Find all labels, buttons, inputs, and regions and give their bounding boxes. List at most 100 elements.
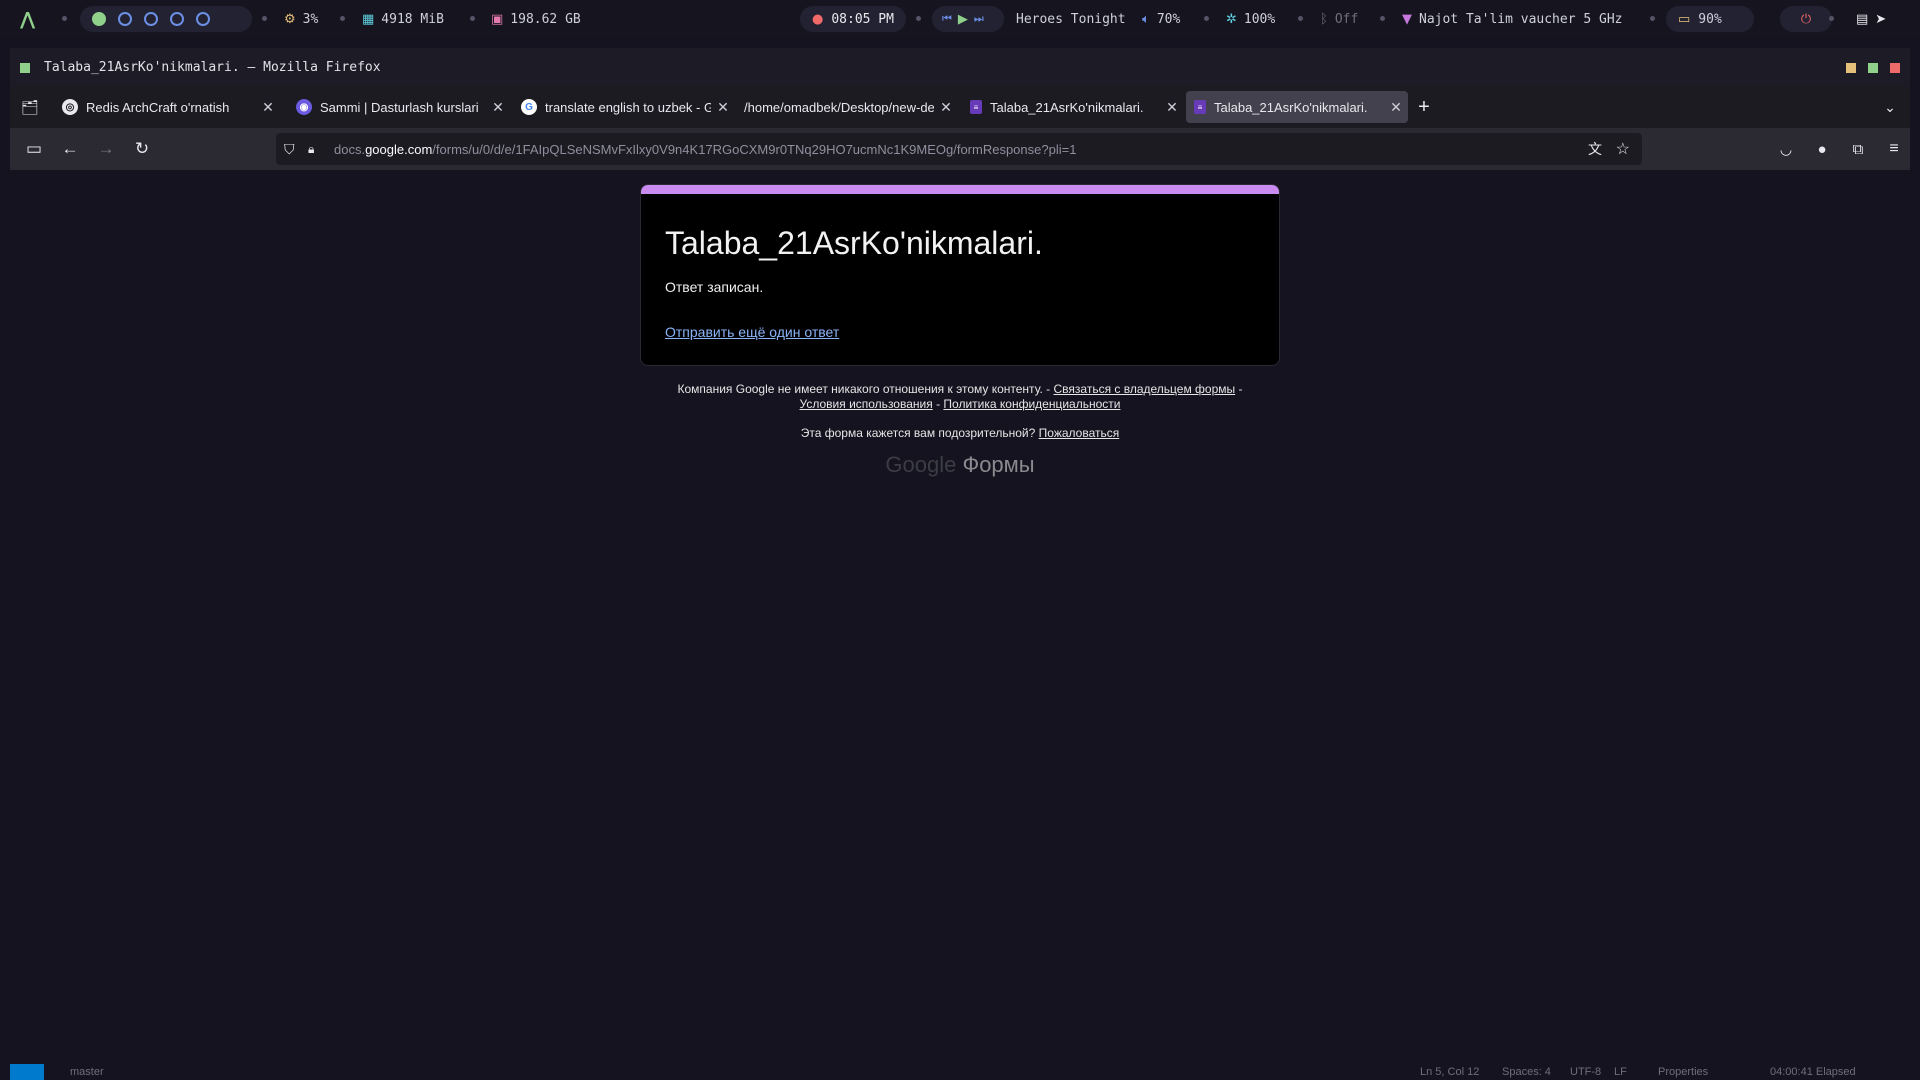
close-window-button[interactable]: [1890, 63, 1900, 73]
previous-track-icon[interactable]: ⏮: [942, 12, 952, 26]
clipboard-icon[interactable]: ▤: [1856, 12, 1868, 27]
launcher-button[interactable]: ⋀: [20, 0, 35, 38]
translate-icon[interactable]: 文: [1588, 139, 1602, 159]
cursor-position[interactable]: Ln 5, Col 12: [1420, 1066, 1479, 1078]
separator-dot: [340, 16, 345, 21]
new-tab-plus-icon[interactable]: +: [1412, 95, 1436, 119]
url-prefix: docs.: [334, 141, 366, 157]
bookmark-star-icon[interactable]: ☆: [1616, 139, 1630, 159]
tracking-shield-icon[interactable]: ⛉: [284, 141, 302, 158]
brightness-value: 100%: [1243, 11, 1276, 27]
reload-icon[interactable]: ↻: [130, 137, 154, 161]
list-all-tabs-chevron-icon[interactable]: ⌄: [1878, 95, 1902, 119]
workspace-1[interactable]: [92, 12, 106, 26]
maximize-button[interactable]: [1868, 63, 1878, 73]
archcraft-logo-icon: ⋀: [20, 8, 36, 30]
tab-close-icon[interactable]: ✕: [934, 99, 958, 116]
window-title: Talaba_21AsrKo'nikmalari. — Mozilla Fire…: [44, 59, 381, 75]
tab-translate[interactable]: G translate english to uzbek - Go ✕: [513, 91, 735, 123]
tab-forms-2-active[interactable]: ≡ Talaba_21AsrKo'nikmalari. ✕: [1186, 91, 1408, 123]
system-top-bar: ⋀ ⚙ 3% ▦ 4918 MiB ▣ 198.62 GB ● 08:05 PM…: [0, 0, 1920, 38]
tab-label: translate english to uzbek - Go: [545, 99, 711, 115]
end-of-line[interactable]: LF: [1614, 1066, 1627, 1078]
indentation[interactable]: Spaces: 4: [1502, 1066, 1551, 1078]
page-content: Talaba_21AsrKo'nikmalari. Ответ записан.…: [10, 170, 1910, 1080]
media-controls: ⏮ ▶ ⏭: [932, 6, 1004, 32]
separator-dot: [916, 16, 921, 21]
wifi-module[interactable]: ▼ Najot Ta'lim vaucher 5 GHz: [1402, 0, 1623, 38]
redis-icon: ◎: [62, 99, 78, 115]
footer-dash: -: [936, 397, 941, 411]
encoding[interactable]: UTF-8: [1570, 1066, 1601, 1078]
volume-module[interactable]: 🔈︎ 70%: [1142, 0, 1180, 38]
tab-close-icon[interactable]: ✕: [711, 99, 735, 116]
tab-sammi[interactable]: ◉ Sammi | Dasturlash kurslari ✕: [288, 91, 510, 123]
editor-status-bar: master Ln 5, Col 12 Spaces: 4 UTF-8 LF P…: [10, 1064, 1910, 1080]
window-indicator-icon: [20, 63, 30, 73]
tab-close-icon[interactable]: ✕: [1384, 99, 1408, 116]
logo-google-text: Google: [885, 452, 957, 477]
separator-dot: [1298, 16, 1303, 21]
git-branch[interactable]: master: [70, 1066, 104, 1078]
sammi-icon: ◉: [296, 99, 312, 115]
tab-label: Talaba_21AsrKo'nikmalari.: [1214, 99, 1368, 115]
tab-close-icon[interactable]: ✕: [256, 99, 280, 116]
tab-redis[interactable]: ◎ Redis ArchCraft o'rnatish ✕: [54, 91, 280, 123]
form-title: Talaba_21AsrKo'nikmalari.: [665, 225, 1043, 261]
bluetooth-icon: ᛒ: [1320, 11, 1328, 27]
wifi-value: Najot Ta'lim vaucher 5 GHz: [1419, 11, 1623, 27]
music-title-text: Heroes Tonight: [1016, 11, 1126, 27]
sidebar-toggle-icon[interactable]: ▭: [22, 137, 46, 161]
battery-icon: ▭: [1678, 11, 1691, 27]
privacy-link[interactable]: Политика конфиденциальности: [943, 397, 1120, 411]
firefox-window: Talaba_21AsrKo'nikmalari. — Mozilla Fire…: [10, 48, 1910, 1080]
telegram-icon[interactable]: ➤: [1875, 12, 1886, 27]
wifi-icon: ▼: [1402, 11, 1412, 27]
cpu-icon: ⚙: [284, 11, 296, 27]
tab-close-icon[interactable]: ✕: [1160, 99, 1184, 116]
forward-arrow-icon[interactable]: →: [94, 137, 118, 161]
clock-icon: ●: [812, 11, 824, 27]
tab-close-icon[interactable]: ✕: [486, 99, 510, 116]
memory-icon: ▦: [362, 11, 375, 27]
next-track-icon[interactable]: ⏭: [974, 12, 984, 26]
account-icon[interactable]: ●: [1810, 137, 1834, 161]
separator-dot: [262, 16, 267, 21]
volume-value: 70%: [1156, 11, 1181, 27]
properties-button[interactable]: Properties: [1658, 1066, 1708, 1078]
battery-value: 90%: [1698, 11, 1722, 27]
brightness-module[interactable]: ✲ 100%: [1226, 0, 1275, 38]
workspace-2[interactable]: [118, 12, 132, 26]
cpu-module: ⚙ 3%: [284, 0, 318, 38]
tab-forms-1[interactable]: ≡ Talaba_21AsrKo'nikmalari. ✕: [962, 91, 1184, 123]
bluetooth-module[interactable]: ᛒ Off: [1320, 0, 1358, 38]
power-button[interactable]: ⏻: [1780, 6, 1832, 32]
report-link[interactable]: Пожаловаться: [1039, 426, 1120, 440]
firefox-view-button[interactable]: 🗂︎: [18, 95, 42, 119]
tab-local-file[interactable]: /home/omadbek/Desktop/new-de ✕: [738, 91, 958, 123]
extensions-icon[interactable]: ⧉: [1846, 137, 1870, 161]
lock-icon[interactable]: 🔒︎: [308, 142, 326, 157]
separator-dot: [62, 16, 67, 21]
minimize-button[interactable]: [1846, 63, 1856, 73]
submit-another-response-link[interactable]: Отправить ещё один ответ: [665, 324, 839, 340]
separator-dot: [1650, 16, 1655, 21]
url-bar[interactable]: ⛉ 🔒︎ docs.google.com/forms/u/0/d/e/1FAIp…: [276, 133, 1642, 165]
play-icon[interactable]: ▶: [958, 12, 968, 27]
workspace-5[interactable]: [196, 12, 210, 26]
google-icon: G: [521, 99, 537, 115]
menu-hamburger-icon[interactable]: ≡: [1882, 137, 1906, 161]
contact-owner-link[interactable]: Связаться с владельцем формы: [1054, 382, 1236, 396]
google-forms-logo[interactable]: Google Формы: [620, 452, 1300, 478]
memory-value: 4918 MiB: [381, 11, 444, 27]
tab-label: Redis ArchCraft o'rnatish: [86, 99, 230, 115]
disk-value: 198.62 GB: [510, 11, 581, 27]
bluetooth-value: Off: [1334, 11, 1359, 27]
workspace-4[interactable]: [170, 12, 184, 26]
workspace-3[interactable]: [144, 12, 158, 26]
terms-link[interactable]: Условия использования: [800, 397, 933, 411]
back-arrow-icon[interactable]: ←: [58, 137, 82, 161]
remote-indicator-icon[interactable]: [10, 1064, 44, 1080]
tab-label: Sammi | Dasturlash kurslari: [320, 99, 479, 115]
pocket-icon[interactable]: ◡: [1774, 137, 1798, 161]
